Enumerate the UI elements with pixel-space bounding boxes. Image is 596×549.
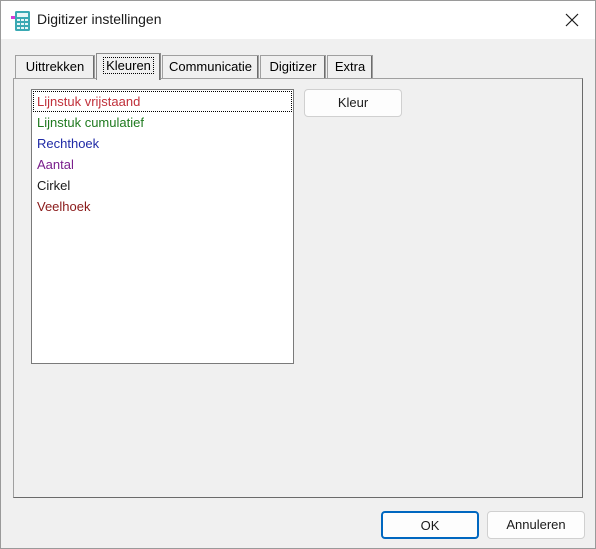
close-icon — [565, 13, 579, 27]
list-item-lijnstuk-vrijstaand[interactable]: Lijnstuk vrijstaand — [33, 91, 292, 112]
color-items-listbox[interactable]: Lijnstuk vrijstaand Lijnstuk cumulatief … — [31, 89, 294, 364]
list-item-lijnstuk-cumulatief[interactable]: Lijnstuk cumulatief — [33, 112, 292, 133]
tab-kleuren[interactable]: Kleuren — [96, 53, 161, 80]
window-title: Digitizer instellingen — [37, 11, 162, 27]
cancel-button[interactable]: Annuleren — [487, 511, 585, 539]
tab-label: Extra — [334, 59, 366, 74]
title-bar: Digitizer instellingen — [1, 1, 595, 39]
list-item-rechthoek[interactable]: Rechthoek — [33, 133, 292, 154]
list-item-veelhoek[interactable]: Veelhoek — [33, 196, 292, 217]
tab-uittrekken[interactable]: Uittrekken — [15, 55, 95, 78]
tab-panel-kleuren: Lijnstuk vrijstaand Lijnstuk cumulatief … — [13, 78, 583, 498]
kleur-button[interactable]: Kleur — [304, 89, 402, 117]
close-button[interactable] — [549, 1, 595, 39]
list-item-aantal[interactable]: Aantal — [33, 154, 292, 175]
tab-label: Uittrekken — [25, 59, 85, 74]
tab-communicatie[interactable]: Communicatie — [162, 55, 259, 78]
list-item-cirkel[interactable]: Cirkel — [33, 175, 292, 196]
dialog-window: Digitizer instellingen Uittrekken Kleure… — [0, 0, 596, 549]
calculator-app-icon — [11, 11, 30, 31]
ok-button[interactable]: OK — [381, 511, 479, 539]
tab-extra[interactable]: Extra — [327, 55, 373, 78]
tab-label: Kleuren — [103, 57, 154, 74]
tab-digitizer[interactable]: Digitizer — [260, 55, 326, 78]
tab-label: Digitizer — [269, 59, 317, 74]
tab-label: Communicatie — [168, 59, 253, 74]
